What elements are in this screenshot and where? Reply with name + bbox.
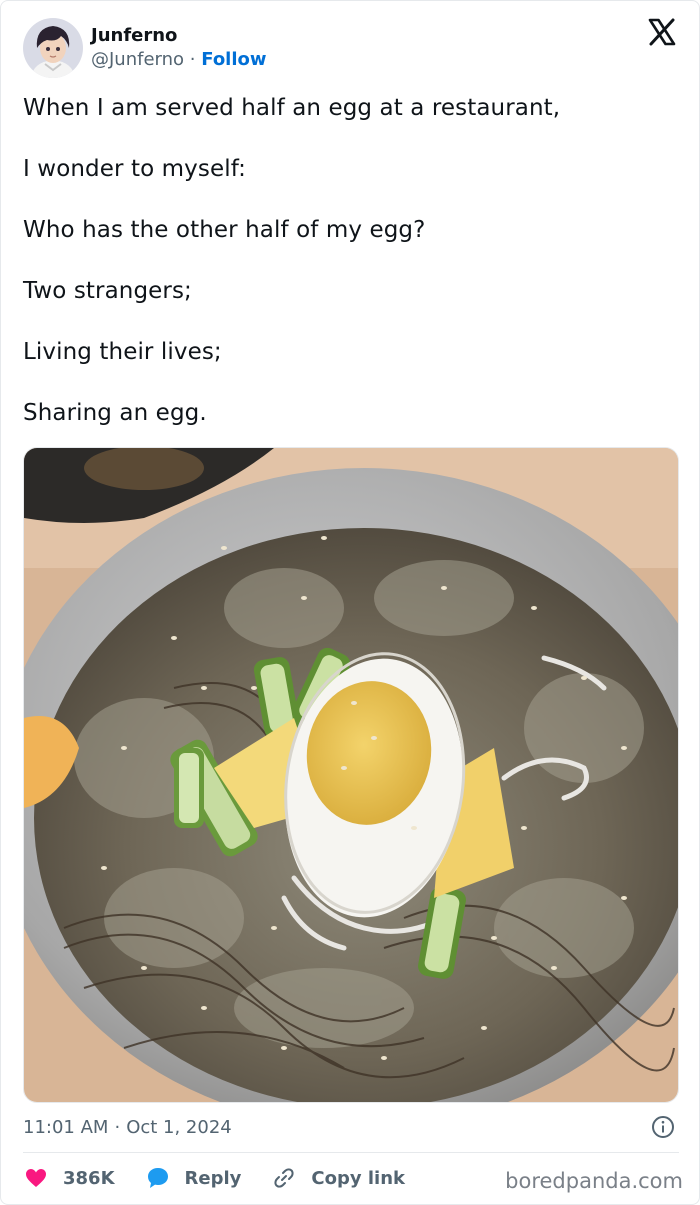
speech-bubble-icon bbox=[145, 1165, 171, 1191]
reply-button[interactable]: Reply bbox=[145, 1165, 242, 1191]
copy-link-label: Copy link bbox=[311, 1167, 405, 1189]
tweet-actions: 386K Reply Copy link bbox=[23, 1161, 435, 1195]
tweet-meta: 11:01 AM · Oct 1, 2024 bbox=[23, 1113, 679, 1141]
tweet-line: Living their lives; bbox=[23, 339, 222, 365]
like-count: 386K bbox=[63, 1167, 115, 1189]
tweet-line: Sharing an egg. bbox=[23, 400, 207, 426]
tweet-card: Junferno @Junferno · Follow When I am se… bbox=[0, 0, 700, 1205]
separator: · bbox=[189, 49, 196, 70]
info-icon[interactable] bbox=[651, 1115, 675, 1139]
author-name[interactable]: Junferno bbox=[91, 24, 267, 48]
follow-button[interactable]: Follow bbox=[201, 49, 266, 70]
tweet-date[interactable]: Oct 1, 2024 bbox=[126, 1117, 232, 1138]
tweet-line: I wonder to myself: bbox=[23, 156, 246, 182]
like-button[interactable]: 386K bbox=[23, 1165, 115, 1191]
author-info: Junferno @Junferno · Follow bbox=[91, 24, 267, 72]
link-icon bbox=[271, 1165, 297, 1191]
tweet-header: Junferno @Junferno · Follow bbox=[23, 17, 267, 79]
tweet-text: When I am served half an egg at a restau… bbox=[23, 91, 663, 457]
reply-label: Reply bbox=[184, 1167, 242, 1189]
heart-icon bbox=[23, 1165, 49, 1191]
divider bbox=[23, 1152, 679, 1153]
tweet-line: When I am served half an egg at a restau… bbox=[23, 95, 561, 121]
author-handle[interactable]: @Junferno bbox=[91, 49, 184, 70]
avatar[interactable] bbox=[23, 18, 83, 78]
x-logo-icon[interactable] bbox=[647, 17, 677, 47]
copy-link-button[interactable]: Copy link bbox=[271, 1165, 405, 1191]
tweet-time[interactable]: 11:01 AM bbox=[23, 1117, 108, 1138]
handle-row: @Junferno · Follow bbox=[91, 48, 267, 72]
watermark: boredpanda.com bbox=[505, 1169, 683, 1193]
separator: · bbox=[114, 1116, 121, 1138]
tweet-photo[interactable] bbox=[23, 447, 679, 1103]
tweet-line: Two strangers; bbox=[23, 278, 192, 304]
tweet-line: Who has the other half of my egg? bbox=[23, 217, 426, 243]
